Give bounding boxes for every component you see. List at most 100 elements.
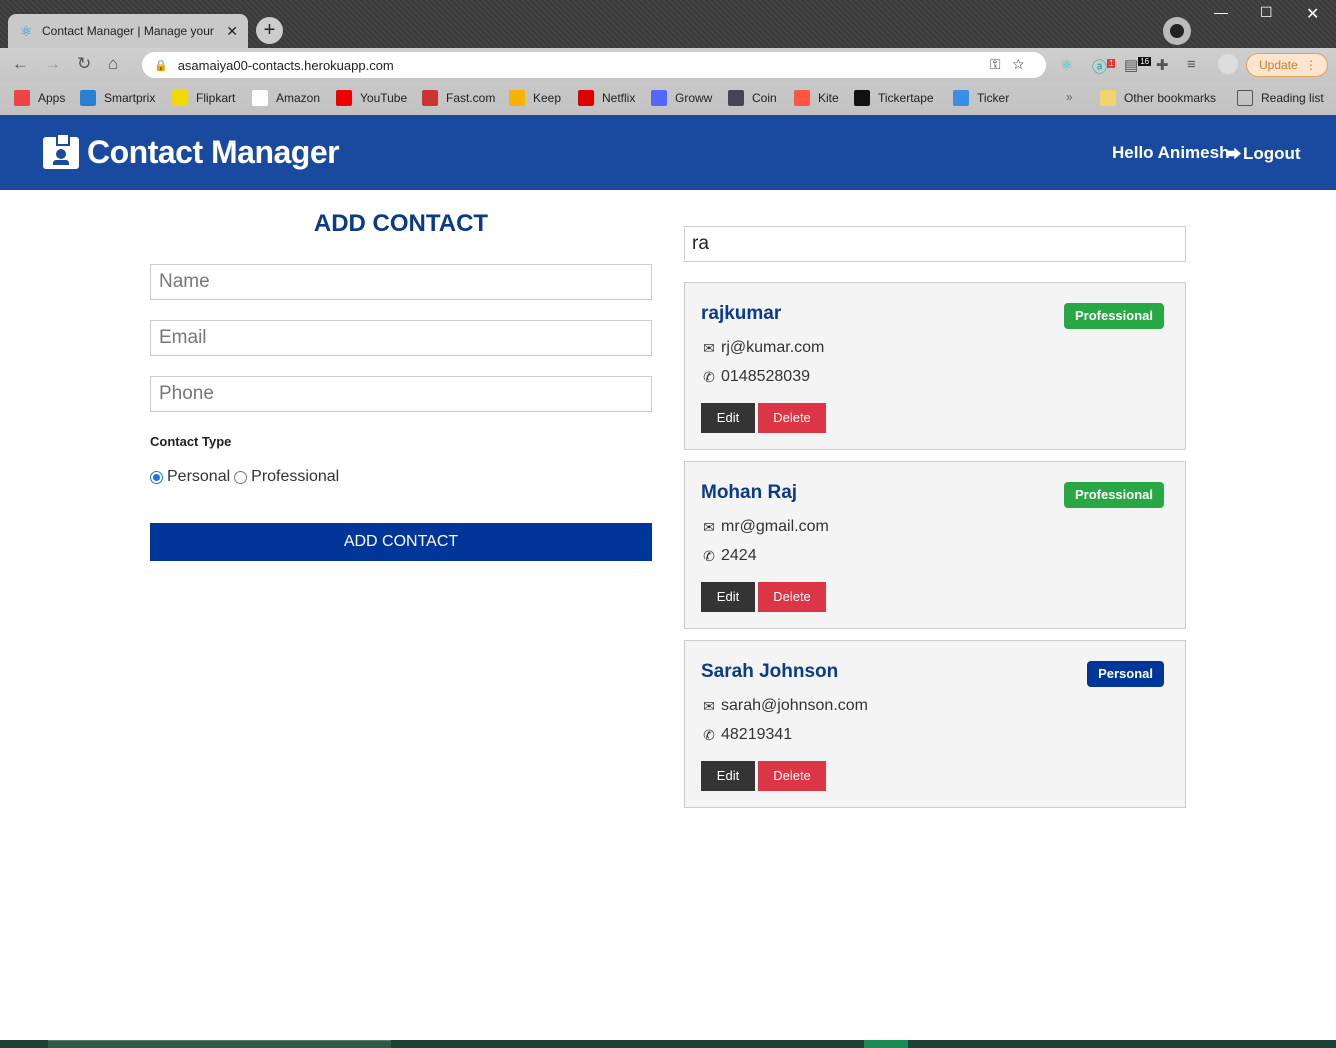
bookmark-apps[interactable]: Apps [14, 90, 65, 106]
password-key-icon[interactable]: ⚿ [990, 56, 1013, 72]
contact-email: mr@gmail.com [721, 518, 829, 535]
reload-icon[interactable]: ↻ [77, 54, 91, 74]
form-title: ADD CONTACT [313, 210, 489, 237]
contact-type-badge: Personal [1087, 661, 1164, 687]
phone-icon: ✆ [703, 547, 715, 564]
amazon-icon [252, 90, 268, 106]
media-control-icon[interactable] [1163, 17, 1191, 45]
contact-email: sarah@johnson.com [721, 697, 868, 714]
maximize-icon[interactable]: ☐ [1260, 4, 1273, 21]
name-input[interactable] [150, 264, 652, 300]
address-bar[interactable]: 🔒 asamaiya00-contacts.herokuapp.com ⚿☆ [142, 52, 1046, 78]
contact-name: Mohan Raj [701, 482, 798, 503]
grammarly-badge: 1 [1107, 59, 1116, 68]
contact-name: Sarah Johnson [701, 661, 839, 682]
radio-personal-label: Personal [167, 468, 231, 485]
reading-list-button[interactable]: Reading list [1237, 90, 1324, 106]
contact-card: rajkumar Professional ✉ rj@kumar.com ✆ 014… [684, 282, 1186, 450]
bookmark-groww[interactable]: Groww [651, 90, 712, 106]
contact-card: Sarah Johnson Personal ✉ sarah@johnson.co… [684, 640, 1186, 808]
forward-icon[interactable]: → [44, 54, 61, 74]
browser-tab-strip: ⚛ Contact Manager | Manage your ✕ + — ☐ … [0, 0, 1336, 48]
edit-button[interactable]: Edit [701, 761, 755, 791]
phone-icon: ✆ [703, 368, 715, 385]
lock-icon: 🔒 [154, 59, 168, 72]
edit-button[interactable]: Edit [701, 582, 755, 612]
bookmark-amazon[interactable]: Amazon [252, 90, 320, 106]
filter-contacts-input[interactable] [684, 226, 1186, 262]
bookmark-tickertape[interactable]: Tickertape [854, 90, 934, 106]
edit-button[interactable]: Edit [701, 403, 755, 433]
keep-icon [509, 90, 525, 106]
envelope-open-icon: ✉ [703, 697, 715, 714]
contact-type-radio-group: Personal Professional [150, 468, 339, 486]
bookmark-smartprix[interactable]: Smartprix [80, 90, 155, 106]
logout-link[interactable]: ⮕ Logout [1226, 143, 1301, 164]
contact-phone: 48219341 [721, 726, 793, 743]
update-button[interactable]: Update ⋮ [1246, 53, 1328, 77]
phone-input[interactable] [150, 376, 652, 412]
tickertape-icon [854, 90, 870, 106]
email-input[interactable] [150, 320, 652, 356]
contact-card: Mohan Raj Professional ✉ mr@gmail.com ✆ 24… [684, 461, 1186, 629]
other-bookmarks-folder[interactable]: Other bookmarks [1100, 90, 1216, 106]
bookmark-keep[interactable]: Keep [509, 90, 561, 106]
contact-phone: 0148528039 [721, 368, 810, 385]
back-icon[interactable]: ← [12, 54, 29, 74]
bookmark-fast-com[interactable]: Fast.com [422, 90, 495, 106]
browser-tab-active[interactable]: ⚛ Contact Manager | Manage your ✕ [8, 14, 248, 48]
os-taskbar [0, 1040, 1336, 1048]
more-bookmarks-button[interactable]: » [1066, 90, 1073, 104]
id-badge-icon [43, 132, 79, 169]
bookmarks-bar: » Other bookmarks Reading list Apps Smart… [0, 82, 1336, 115]
url-text: asamaiya00-contacts.herokuapp.com [177, 57, 394, 73]
react-devtools-icon[interactable]: ⚛ [1060, 56, 1073, 74]
bookmark-star-icon[interactable]: ☆ [1013, 56, 1036, 72]
extensions-puzzle-icon[interactable]: ✚ [1156, 56, 1169, 74]
delete-button[interactable]: Delete [758, 582, 826, 612]
contact-type-badge: Professional [1063, 303, 1164, 329]
radio-personal[interactable] [150, 470, 163, 484]
new-tab-button[interactable]: + [256, 17, 283, 44]
tab-title: Contact Manager | Manage your [42, 24, 214, 38]
minimize-icon[interactable]: — [1214, 4, 1228, 20]
browser-toolbar: ← → ↻ ⌂ 🔒 asamaiya00-contacts.herokuapp.… [0, 48, 1336, 82]
delete-button[interactable]: Delete [758, 761, 826, 791]
sign-out-icon: ⮕ [1226, 146, 1242, 163]
smartprix-icon [80, 90, 96, 106]
contact-phone: 2424 [721, 547, 757, 564]
bookmark-flipkart[interactable]: Flipkart [172, 90, 235, 106]
close-tab-icon[interactable]: ✕ [226, 23, 238, 40]
brand-logo[interactable]: Contact Manager [43, 132, 340, 171]
bookmark-kite[interactable]: Kite [794, 90, 839, 106]
envelope-open-icon: ✉ [703, 518, 715, 535]
coin-icon [728, 90, 744, 106]
phone-icon: ✆ [703, 726, 715, 743]
groww-icon [651, 90, 667, 106]
add-contact-button[interactable]: ADD CONTACT [150, 523, 652, 561]
netflix-icon [578, 90, 594, 106]
contact-type-label: Contact Type [150, 434, 232, 449]
grammarly-icon[interactable]: ⓐ 1 [1092, 56, 1116, 77]
bookmark-youtube[interactable]: YouTube [336, 90, 407, 106]
clipboard-extension-icon[interactable]: ▤ 16 [1124, 56, 1152, 74]
menu-kebab-icon[interactable]: ⋮ [1305, 54, 1317, 76]
flipkart-icon [172, 90, 188, 106]
home-icon[interactable]: ⌂ [108, 54, 118, 74]
contact-email: rj@kumar.com [721, 339, 825, 356]
contact-name: rajkumar [701, 303, 782, 324]
bookmark-ticker[interactable]: Ticker [953, 90, 1009, 106]
media-queue-icon[interactable]: ≡ [1187, 56, 1196, 73]
bookmark-netflix[interactable]: Netflix [578, 90, 635, 106]
ticker-icon [953, 90, 969, 106]
bookmark-coin[interactable]: Coin [728, 90, 777, 106]
delete-button[interactable]: Delete [758, 403, 826, 433]
close-window-icon[interactable]: ✕ [1306, 4, 1319, 24]
brand-title: Contact Manager [87, 134, 340, 170]
youtube-icon [336, 90, 352, 106]
profile-avatar[interactable] [1218, 54, 1238, 74]
envelope-open-icon: ✉ [703, 339, 715, 356]
reading-list-icon [1237, 90, 1253, 106]
radio-professional[interactable] [234, 470, 248, 484]
apps-grid-icon [14, 90, 30, 106]
